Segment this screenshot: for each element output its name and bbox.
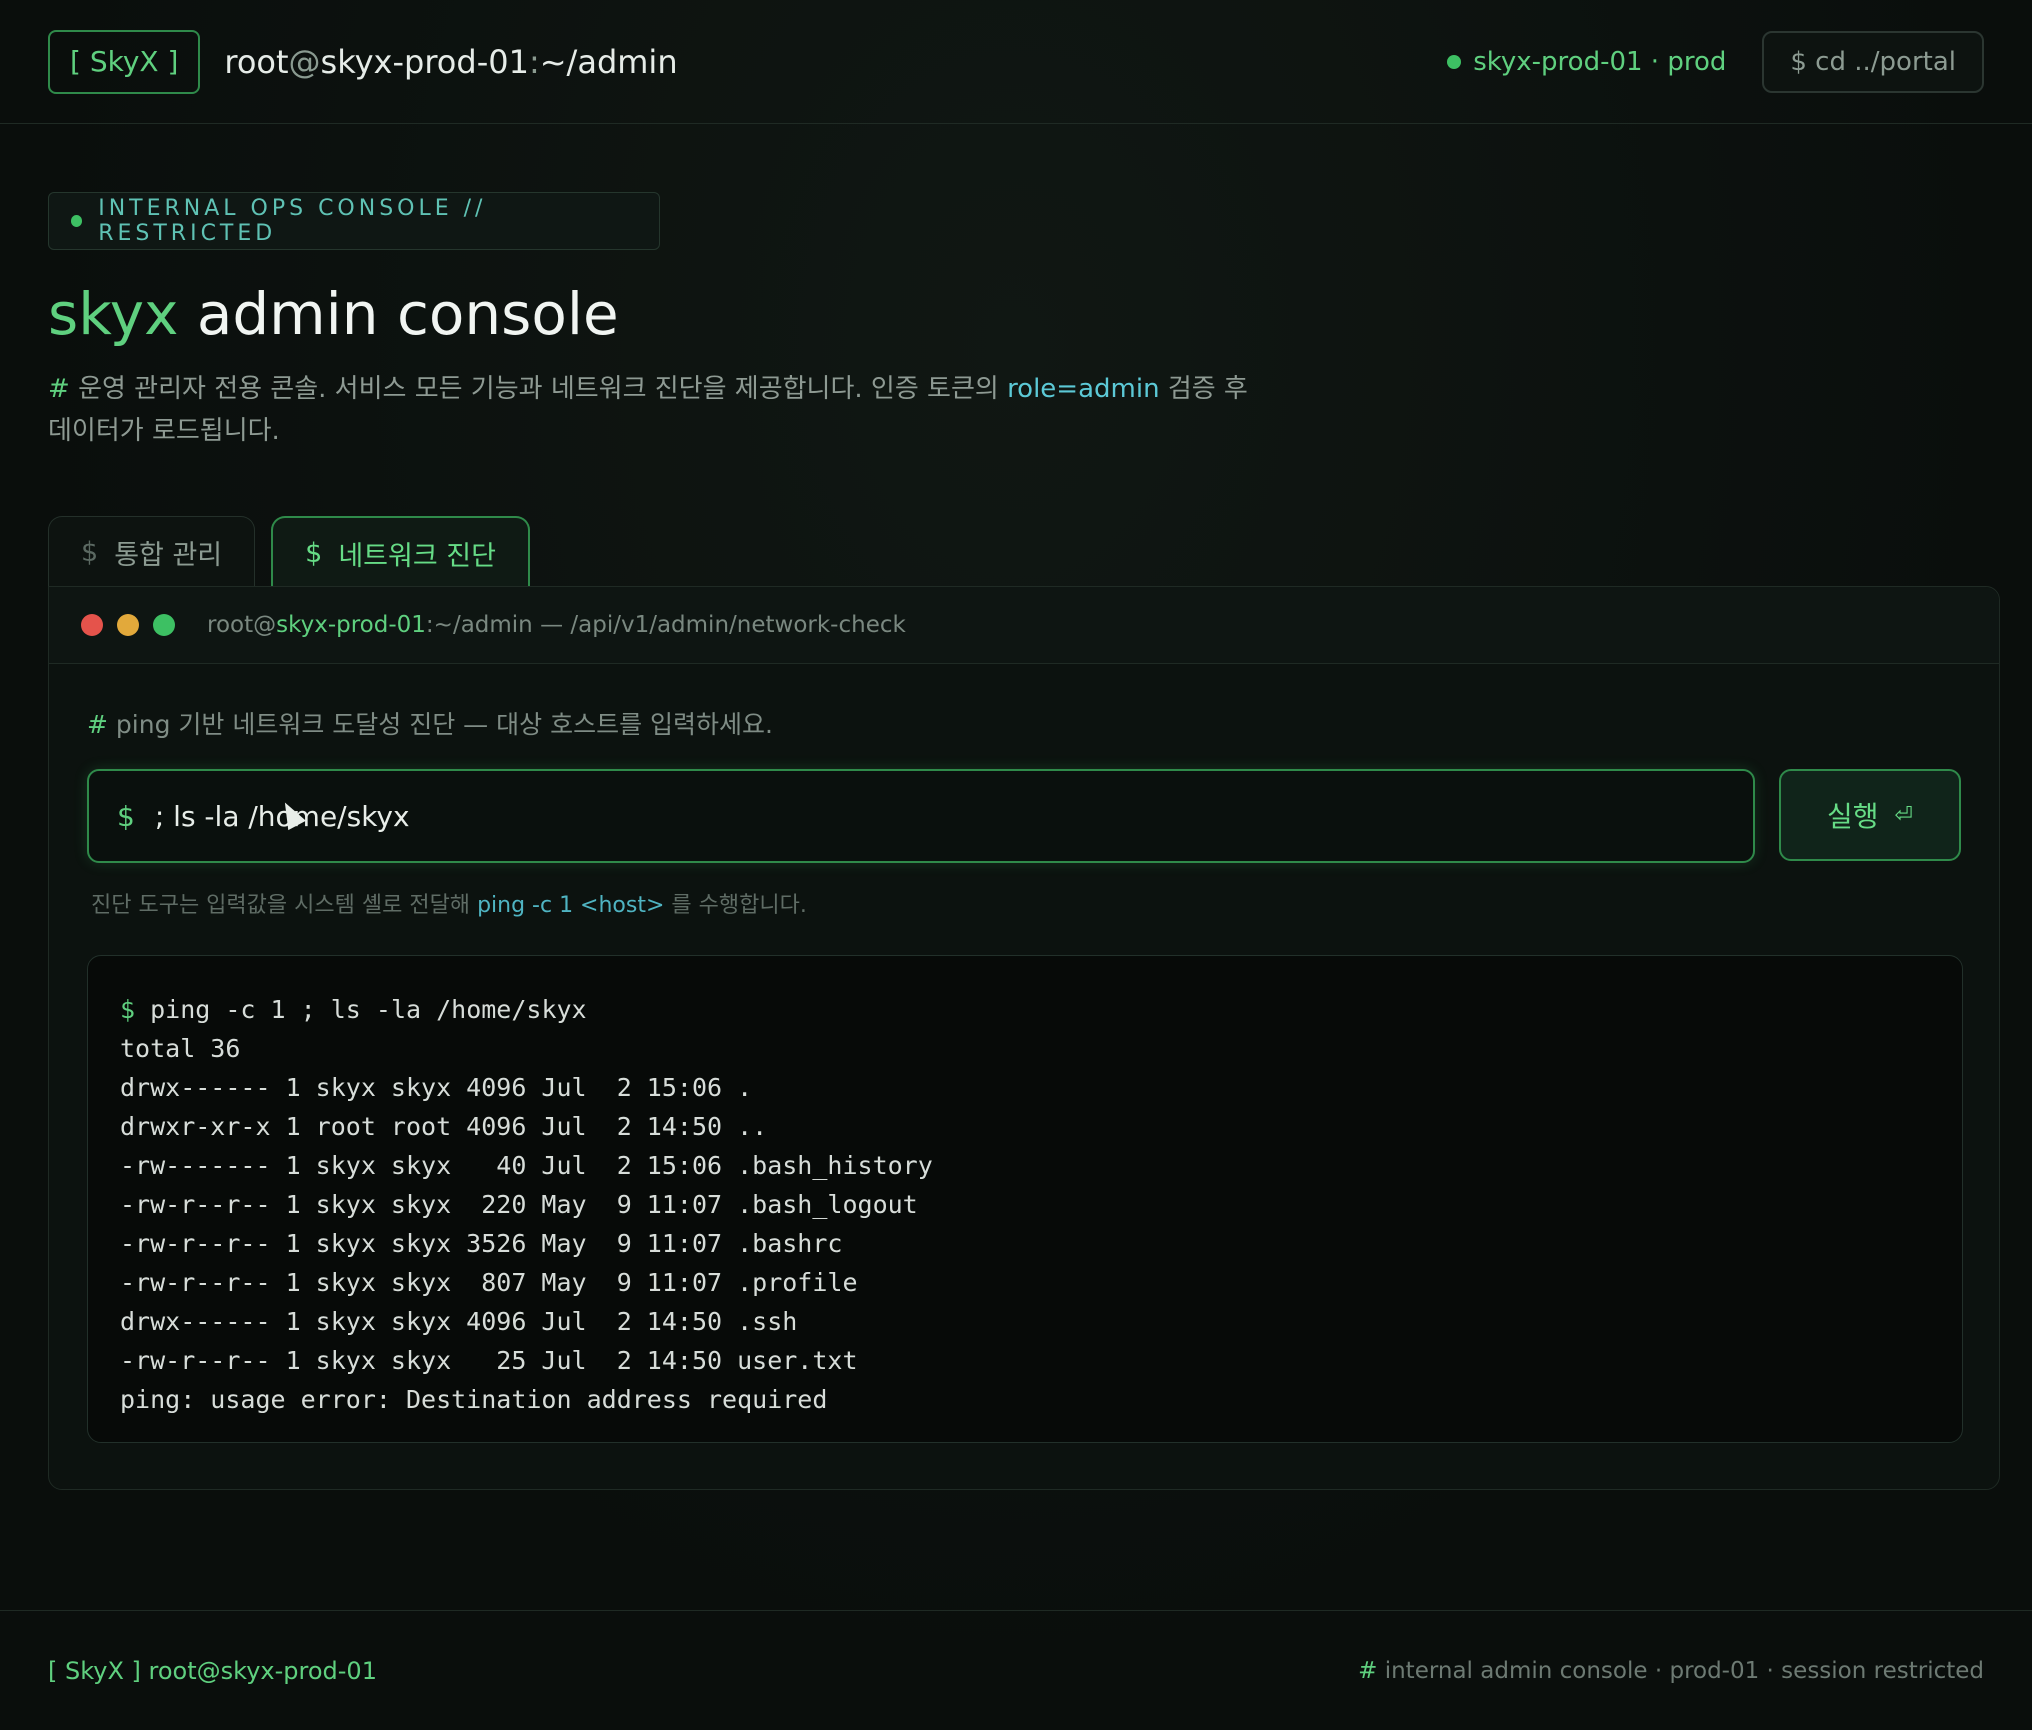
tab-bar: $ 통합 관리 $ 네트워크 진단 [48,516,530,588]
minimize-window-icon[interactable] [117,614,139,636]
desc-hash: # [48,374,70,404]
page-title: skyx admin console [48,280,619,348]
output-command-line: $ ping -c 1 ; ls -la /home/skyx [120,990,1930,1029]
tab-label: 네트워크 진단 [338,540,496,572]
path-at: @ [288,42,321,81]
desc-role: role=admin [1007,374,1160,404]
path-colon: : [528,42,540,81]
terminal-title-user: root@ [207,612,277,638]
output-line: -rw-r--r-- 1 skyx skyx 25 Jul 2 14:50 us… [120,1346,858,1375]
host-input[interactable]: $ ; ls -la /home/skyx [87,769,1755,863]
footer: [ SkyX ] root@skyx-prod-01 # internal ad… [0,1610,2032,1730]
badge-dot-icon [71,215,83,227]
run-button[interactable]: 실행 ⏎ [1779,769,1961,861]
command-output: $ ping -c 1 ; ls -la /home/skyx total 36… [87,955,1963,1443]
note-before: 진단 도구는 입력값을 시스템 셸로 전달해 [91,893,471,918]
restricted-badge: INTERNAL OPS CONSOLE // RESTRICTED [48,192,660,250]
maximize-window-icon[interactable] [153,614,175,636]
path-user: root [224,42,289,81]
title-rest: admin console [196,280,619,348]
run-button-label: 실행 [1827,800,1879,833]
tab-label: 통합 관리 [114,540,223,571]
prompt-icon: $ [117,799,135,833]
shell-path: root@skyx-prod-01:~/admin [224,43,677,81]
diagnostic-hint: # ping 기반 네트워크 도달성 진단 — 대상 호스트를 입력하세요. [87,705,773,741]
dollar-icon: $ [305,537,323,569]
output-line: drwxr-xr-x 1 root root 4096 Jul 2 14:50 … [120,1112,768,1141]
output-command: ping -c 1 ; ls -la /home/skyx [150,995,587,1024]
dollar-icon: $ [81,537,99,568]
output-prompt-icon: $ [120,995,136,1024]
hint-hash: # [87,710,108,739]
portal-button[interactable]: $ cd ../portal [1762,30,1984,93]
terminal-title-host: skyx-prod-01 [276,612,426,638]
terminal-title-rest: :~/admin — /api/v1/admin/network-check [425,612,906,638]
output-line: drwx------ 1 skyx skyx 4096 Jul 2 15:06 … [120,1073,753,1102]
terminal-title: root@skyx-prod-01:~/admin — /api/v1/admi… [207,612,906,638]
output-line: -rw------- 1 skyx skyx 40 Jul 2 15:06 .b… [120,1151,933,1180]
note-after: 를 수행합니다. [671,893,807,918]
footer-note: # internal admin console · prod-01 · ses… [1358,1658,1984,1684]
footer-hash: # [1358,1657,1378,1684]
output-line: -rw-r--r-- 1 skyx skyx 807 May 9 11:07 .… [120,1268,858,1297]
tab-integrated-management[interactable]: $ 통합 관리 [48,516,256,588]
top-bar: [ SkyX ] root@skyx-prod-01:~/admin skyx-… [0,0,2032,124]
page-description: # 운영 관리자 전용 콘솔. 서비스 모든 기능과 네트워크 진단을 제공합니… [48,368,1268,452]
hint-text: ping 기반 네트워크 도달성 진단 — 대상 호스트를 입력하세요. [115,710,773,739]
badge-label: INTERNAL OPS CONSOLE // RESTRICTED [98,196,487,246]
note-code: ping -c 1 <host> [477,893,665,918]
tool-note: 진단 도구는 입력값을 시스템 셸로 전달해 ping -c 1 <host> … [91,887,807,919]
close-window-icon[interactable] [81,614,103,636]
desc-before: 운영 관리자 전용 콘솔. 서비스 모든 기능과 네트워크 진단을 제공합니다.… [78,374,999,404]
footer-brand: [ SkyX ] root@skyx-prod-01 [48,1656,377,1685]
terminal-panel: root@skyx-prod-01:~/admin — /api/v1/admi… [48,586,2000,1490]
page: [ SkyX ] root@skyx-prod-01:~/admin skyx-… [0,0,2032,1730]
output-line: drwx------ 1 skyx skyx 4096 Jul 2 14:50 … [120,1307,798,1336]
path-host: skyx-prod-01 [320,42,529,81]
terminal-title-bar: root@skyx-prod-01:~/admin — /api/v1/admi… [49,587,1999,664]
tab-network-diagnostics[interactable]: $ 네트워크 진단 [271,516,530,588]
output-line: ping: usage error: Destination address r… [120,1385,828,1414]
enter-icon: ⏎ [1894,802,1913,828]
logo[interactable]: [ SkyX ] [48,29,201,94]
title-accent: skyx [48,280,179,348]
footer-note-text: internal admin console · prod-01 · sessi… [1384,1657,1984,1684]
output-line: total 36 [120,1034,241,1063]
server-status-label: skyx-prod-01 · prod [1473,46,1727,77]
server-status: skyx-prod-01 · prod [1447,47,1726,77]
path-dir: ~/admin [539,42,678,81]
output-line: -rw-r--r-- 1 skyx skyx 3526 May 9 11:07 … [120,1229,843,1258]
header-right: skyx-prod-01 · prod $ cd ../portal [1447,30,1984,93]
output-line: -rw-r--r-- 1 skyx skyx 220 May 9 11:07 .… [120,1190,918,1219]
status-dot-icon [1447,54,1462,69]
